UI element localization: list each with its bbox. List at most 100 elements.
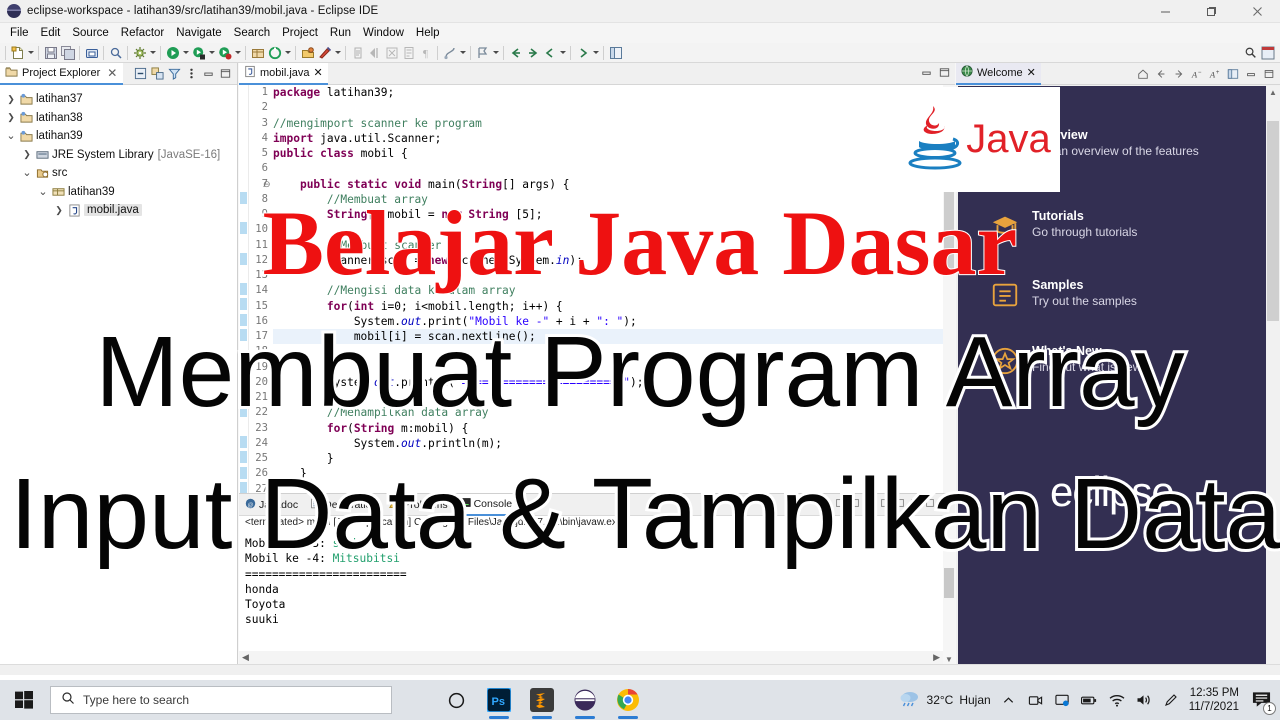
expand-arrow-icon[interactable]: ❯ (52, 205, 66, 216)
minimize-button[interactable] (1142, 0, 1188, 23)
view-menu-icon[interactable] (184, 66, 199, 81)
tab-declaration[interactable]: Declaration (304, 494, 383, 516)
tree-item-latihan37[interactable]: ❯ latihan37 (0, 90, 237, 109)
tab-console[interactable]: Console (453, 493, 519, 516)
run-icon[interactable] (164, 44, 181, 61)
link-with-editor-icon[interactable] (150, 66, 165, 81)
code-line[interactable]: } (273, 466, 955, 481)
code-line[interactable]: //Membuat array (273, 192, 955, 207)
code-line[interactable] (273, 390, 955, 405)
collapse-arrow-icon[interactable]: ⌄ (4, 131, 18, 142)
pen-icon[interactable] (1162, 691, 1180, 709)
console-scroll-left-icon[interactable]: ◀ (239, 652, 249, 663)
expand-arrow-icon[interactable]: ❯ (4, 94, 18, 105)
code-line[interactable] (273, 100, 955, 115)
code-line[interactable]: String[] mobil = new String [5]; (273, 207, 955, 222)
maximize-icon[interactable] (939, 497, 951, 512)
tab-mobil-java[interactable]: mobil.java ✕ (239, 62, 328, 85)
project-explorer-close-icon[interactable]: ✕ (107, 66, 117, 80)
menu-run[interactable]: Run (324, 25, 357, 41)
welcome-item-what-s-new[interactable]: What's New Find out what is new (988, 344, 1141, 378)
volume-icon[interactable] (1135, 691, 1153, 709)
debug-icon[interactable] (216, 44, 233, 61)
collapse-arrow-icon[interactable]: ⌄ (20, 168, 34, 179)
minimize-icon[interactable] (201, 66, 216, 81)
cortana-icon[interactable] (436, 680, 476, 720)
tab-project-explorer[interactable]: Project Explorer ✕ (0, 62, 124, 85)
photoshop-icon[interactable]: Ps (479, 680, 519, 720)
close-button[interactable] (1234, 0, 1280, 23)
welcome-item-samples[interactable]: Samples Try out the samples (988, 278, 1137, 312)
back-icon[interactable] (507, 44, 524, 61)
tree-item-latihan38[interactable]: ❯ latihan38 (0, 109, 237, 128)
chrome-icon[interactable] (608, 680, 648, 720)
fold-marker-icon[interactable]: ⊖ (263, 179, 271, 190)
console-output[interactable]: Mobil ke -3: suuki Mobil ke -4: Mitsubits… (239, 534, 943, 652)
tab-welcome[interactable]: Welcome ✕ (956, 62, 1041, 85)
sublime-text-icon[interactable] (522, 680, 562, 720)
open-console-icon[interactable] (909, 497, 921, 512)
expand-arrow-icon[interactable]: ❯ (20, 149, 34, 160)
collapse-all-icon[interactable] (133, 66, 148, 81)
console-scroll-thumb[interactable] (944, 568, 954, 598)
search-input[interactable]: Type here to search (50, 686, 392, 714)
coverage-dropdown[interactable] (207, 45, 216, 61)
wifi-icon[interactable] (1108, 691, 1126, 709)
display-selected-console-icon[interactable] (894, 497, 906, 512)
code-line[interactable]: //Menampilkan data array (273, 405, 955, 420)
menu-file[interactable]: File (4, 25, 35, 41)
code-line[interactable] (273, 360, 955, 375)
code-line[interactable]: } (273, 451, 955, 466)
remove-launch-icon[interactable] (834, 497, 846, 512)
welcome-item-tutorials[interactable]: Tutorials Go through tutorials (988, 209, 1137, 243)
skip-breakpoints-dropdown[interactable] (333, 45, 342, 61)
code-line[interactable]: public class mobil { (273, 146, 955, 161)
code-line[interactable]: System.out.print("Mobil ke -" + i + ": "… (273, 314, 955, 329)
minimize-icon[interactable] (924, 497, 936, 512)
back-history-icon[interactable] (541, 44, 558, 61)
pin-console-icon[interactable] (879, 497, 891, 512)
code-line[interactable]: } (273, 344, 955, 359)
perspective-dropdown[interactable] (458, 45, 467, 61)
welcome-scroll-thumb[interactable] (1267, 121, 1279, 321)
code-line[interactable]: Scanner scan = new Scanner(System.in); (273, 253, 955, 268)
code-line[interactable]: for(int i=0; i<mobil.length; i++) { (273, 299, 955, 314)
scroll-lock-icon[interactable] (864, 497, 876, 512)
save-all-icon[interactable] (59, 44, 76, 61)
external-tools-dropdown[interactable] (283, 45, 292, 61)
menu-window[interactable]: Window (357, 25, 410, 41)
camera-icon[interactable] (1027, 691, 1045, 709)
java-perspective-icon[interactable] (1259, 44, 1276, 61)
show-hidden-icons-chevron-icon[interactable] (1000, 691, 1018, 709)
coverage-icon[interactable] (190, 44, 207, 61)
new-wizard-icon[interactable] (9, 44, 26, 61)
forward-history-dropdown[interactable] (591, 45, 600, 61)
console-horizontal-scrollbar[interactable]: ◀ ▶ (239, 651, 943, 664)
minimize-icon[interactable] (920, 66, 933, 84)
code-line[interactable]: import java.util.Scanner; (273, 131, 955, 146)
welcome-scroll-up-icon[interactable]: ▲ (1266, 86, 1280, 98)
quick-access-search-icon[interactable] (1242, 44, 1259, 61)
external-tools-icon[interactable] (266, 44, 283, 61)
code-line[interactable]: //Membuat scanner (273, 238, 955, 253)
maximize-button[interactable] (1188, 0, 1234, 23)
build-dropdown[interactable] (148, 45, 157, 61)
skip-breakpoints-icon[interactable] (316, 44, 333, 61)
maximize-icon[interactable] (1263, 67, 1275, 85)
console-scroll-right-icon[interactable]: ▶ (933, 652, 943, 663)
perspective-icon[interactable] (441, 44, 458, 61)
menu-navigate[interactable]: Navigate (170, 25, 227, 41)
code-line[interactable]: for(String m:mobil) { (273, 421, 955, 436)
increase-font-icon[interactable]: A + (1209, 67, 1221, 85)
back-icon[interactable] (1155, 67, 1167, 85)
tree-item-latihan39[interactable]: ⌄ latihan39 (0, 183, 237, 202)
code-line[interactable]: public static void main(String[] args) { (273, 177, 955, 192)
clock[interactable]: 12:35 PM 11/7/2021 (1189, 686, 1239, 714)
search-icon[interactable] (107, 44, 124, 61)
editor-close-icon[interactable]: ✕ (314, 66, 323, 79)
open-task-icon[interactable] (299, 44, 316, 61)
tab-problems[interactable]: Problems (383, 494, 453, 516)
expand-arrow-icon[interactable]: ❯ (4, 112, 18, 123)
run-dropdown[interactable] (181, 45, 190, 61)
save-icon[interactable] (42, 44, 59, 61)
